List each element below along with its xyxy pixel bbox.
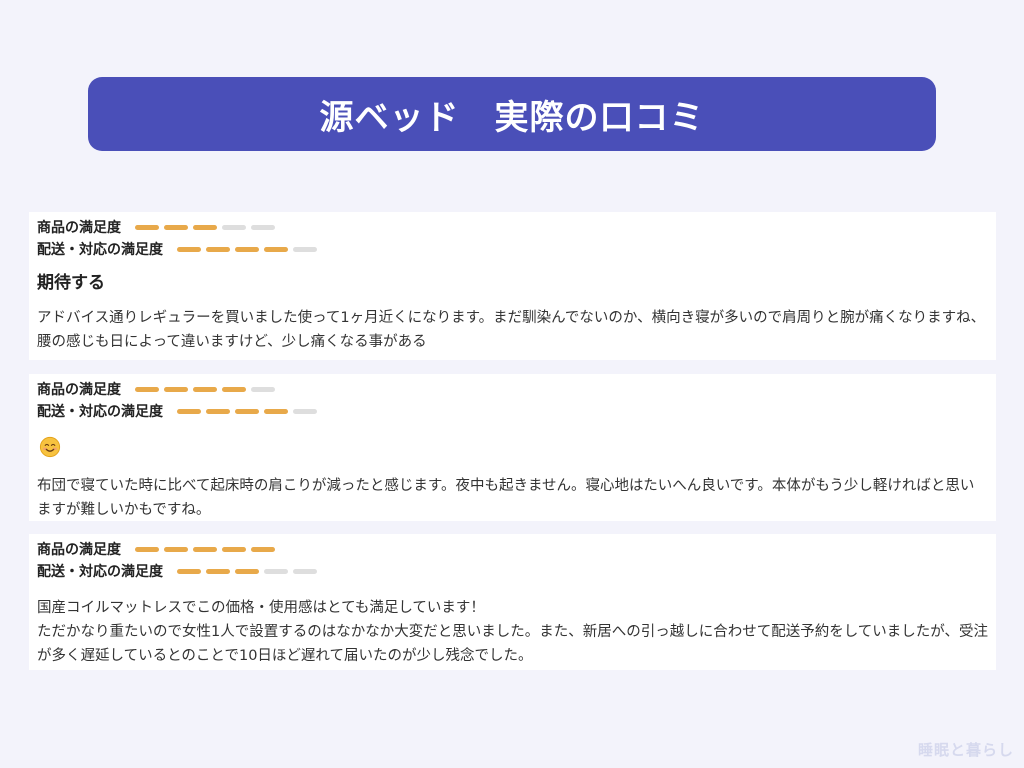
review-card: 商品の満足度 配送・対応の満足度 布団で寝ていた時に比べて起床時の肩こりが減った… bbox=[29, 374, 996, 521]
rating-bar-filled bbox=[135, 546, 159, 552]
rating-bar-filled bbox=[135, 224, 159, 230]
rating-bar-filled bbox=[264, 408, 288, 414]
rating-bar-filled bbox=[235, 246, 259, 252]
review-body: 布団で寝ていた時に比べて起床時の肩こりが減ったと感じます。夜中も起きません。寝心… bbox=[37, 478, 975, 518]
site-watermark: 睡眠と暮らし bbox=[917, 741, 1014, 759]
product-rating-row: 商品の満足度 bbox=[37, 378, 988, 400]
delivery-rating-label: 配送・対応の満足度 bbox=[37, 564, 163, 580]
delivery-rating-bars bbox=[177, 568, 322, 574]
smiling-face-emoji-icon bbox=[39, 436, 61, 458]
rating-bar-empty bbox=[251, 386, 275, 392]
rating-bar-empty bbox=[293, 246, 317, 252]
delivery-rating-bars bbox=[177, 246, 322, 252]
delivery-rating-row: 配送・対応の満足度 bbox=[37, 560, 988, 582]
product-rating-bars bbox=[135, 546, 280, 552]
rating-bar-filled bbox=[206, 568, 230, 574]
review-title: 期待する bbox=[37, 273, 105, 293]
rating-bar-empty bbox=[222, 224, 246, 230]
rating-bar-filled bbox=[206, 408, 230, 414]
rating-bar-filled bbox=[135, 386, 159, 392]
review-body: 国産コイルマットレスでこの価格・使用感はとても満足しています！ ただかなり重たい… bbox=[37, 600, 988, 664]
product-rating-bars bbox=[135, 386, 280, 392]
rating-bar-filled bbox=[193, 386, 217, 392]
rating-bar-filled bbox=[264, 246, 288, 252]
review-card: 商品の満足度 配送・対応の満足度 国産コイルマットレスでこの価格・使用感はとても… bbox=[29, 534, 996, 670]
delivery-rating-bars bbox=[177, 408, 322, 414]
review-card: 商品の満足度 配送・対応の満足度 期待する アドバイス通りレギュラーを買いました… bbox=[29, 212, 996, 360]
rating-bar-filled bbox=[222, 386, 246, 392]
delivery-rating-label: 配送・対応の満足度 bbox=[37, 242, 163, 258]
product-rating-bars bbox=[135, 224, 280, 230]
rating-bar-filled bbox=[177, 246, 201, 252]
delivery-rating-label: 配送・対応の満足度 bbox=[37, 404, 163, 420]
page-title: 源ベッド 実際の口コミ bbox=[319, 97, 705, 138]
rating-bar-filled bbox=[193, 224, 217, 230]
title-banner: 源ベッド 実際の口コミ bbox=[88, 77, 936, 151]
rating-bar-filled bbox=[177, 568, 201, 574]
rating-bar-filled bbox=[193, 546, 217, 552]
product-rating-label: 商品の満足度 bbox=[37, 382, 121, 398]
rating-bar-empty bbox=[293, 408, 317, 414]
delivery-rating-row: 配送・対応の満足度 bbox=[37, 238, 988, 260]
delivery-rating-row: 配送・対応の満足度 bbox=[37, 400, 988, 422]
rating-bar-empty bbox=[293, 568, 317, 574]
rating-bar-filled bbox=[206, 246, 230, 252]
product-rating-row: 商品の満足度 bbox=[37, 216, 988, 238]
rating-bar-filled bbox=[222, 546, 246, 552]
rating-bar-filled bbox=[177, 408, 201, 414]
rating-bar-filled bbox=[251, 546, 275, 552]
rating-bar-filled bbox=[164, 546, 188, 552]
product-rating-row: 商品の満足度 bbox=[37, 538, 988, 560]
review-title bbox=[37, 422, 988, 474]
rating-bar-empty bbox=[251, 224, 275, 230]
rating-bar-filled bbox=[235, 408, 259, 414]
rating-bar-filled bbox=[164, 386, 188, 392]
product-rating-label: 商品の満足度 bbox=[37, 542, 121, 558]
review-body: アドバイス通りレギュラーを買いました使って1ヶ月近くになります。まだ馴染んでない… bbox=[37, 310, 986, 350]
rating-bar-filled bbox=[164, 224, 188, 230]
rating-bar-filled bbox=[235, 568, 259, 574]
product-rating-label: 商品の満足度 bbox=[37, 220, 121, 236]
rating-bar-empty bbox=[264, 568, 288, 574]
